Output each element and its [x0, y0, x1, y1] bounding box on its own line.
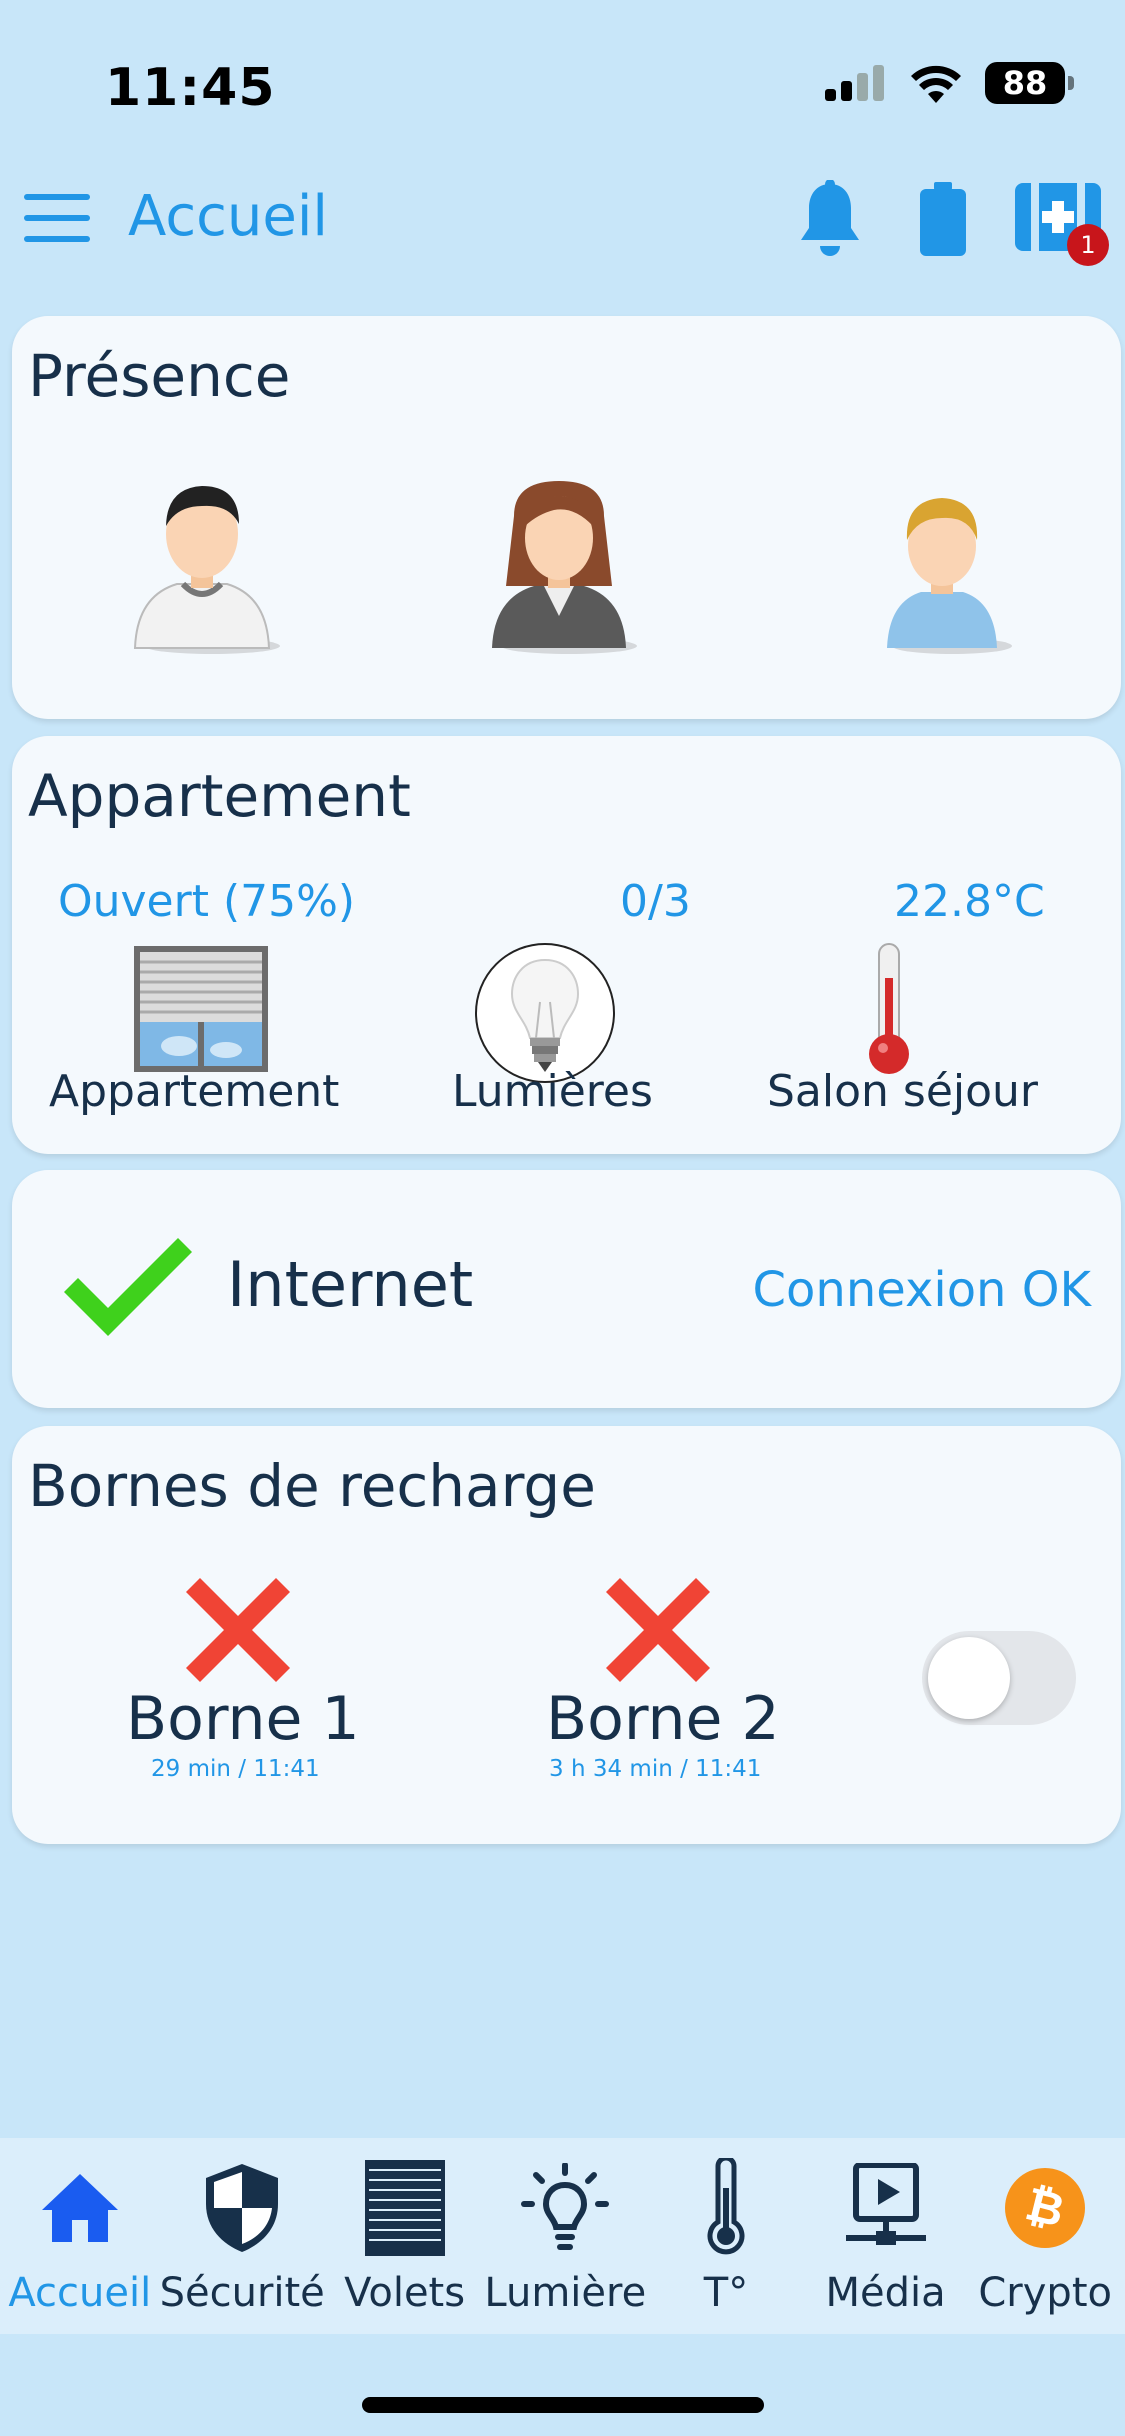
- borne-2-name[interactable]: Borne 2: [546, 1684, 780, 1754]
- notification-badge: 1: [1067, 224, 1109, 266]
- temperature-value: 22.8°C: [894, 876, 1045, 927]
- cellular-signal-icon: [825, 65, 884, 101]
- nav-crypto-label: Crypto: [978, 2270, 1112, 2316]
- bell-icon[interactable]: [795, 180, 865, 260]
- nav-media[interactable]: Média: [806, 2138, 966, 2334]
- bottom-nav: Accueil Sécurité Volets Lumière T° Média…: [0, 2138, 1125, 2334]
- thermometer-icon: [707, 2158, 745, 2255]
- presence-title: Présence: [28, 342, 291, 410]
- nav-accueil-label: Accueil: [8, 2270, 152, 2316]
- shutter-icon: [364, 2160, 445, 2256]
- nav-lumiere-label: Lumière: [484, 2270, 647, 2316]
- menu-icon[interactable]: [24, 194, 90, 242]
- battery-status-icon[interactable]: [920, 182, 966, 256]
- shutter-label: Appartement: [49, 1066, 340, 1117]
- nav-temperature-label: T°: [703, 2270, 749, 2316]
- thermometer-icon[interactable]: [864, 942, 914, 1078]
- charging-stations-title: Bornes de recharge: [28, 1452, 596, 1520]
- charging-toggle[interactable]: [922, 1631, 1076, 1725]
- home-icon: [41, 2174, 118, 2242]
- nav-media-label: Média: [825, 2270, 946, 2316]
- charging-stations-card: Bornes de recharge Borne 1 29 min / 11:4…: [12, 1426, 1121, 1844]
- internet-card: Internet Connexion OK: [12, 1170, 1121, 1408]
- nav-temperature[interactable]: T°: [646, 2138, 806, 2334]
- home-indicator: [362, 2397, 764, 2413]
- borne-2-detail: 3 h 34 min / 11:41: [549, 1756, 762, 1782]
- check-icon: [64, 1238, 192, 1336]
- internet-status: Connexion OK: [752, 1262, 1091, 1318]
- temperature-label: Salon séjour: [767, 1066, 1039, 1117]
- media-icon: [845, 2163, 926, 2245]
- status-time: 11:45: [105, 58, 276, 118]
- nav-volets[interactable]: Volets: [325, 2138, 485, 2334]
- toggle-knob: [928, 1637, 1010, 1719]
- shutter-window-icon[interactable]: [134, 946, 268, 1072]
- internet-title: Internet: [227, 1248, 474, 1321]
- wifi-icon: [911, 65, 961, 103]
- presence-card: Présence: [12, 316, 1121, 719]
- person-man-avatar[interactable]: [117, 476, 287, 656]
- shield-icon: [206, 2164, 279, 2252]
- shutter-status-value: Ouvert (75%): [58, 876, 356, 927]
- bitcoin-icon: ₿: [1005, 2168, 1086, 2248]
- nav-accueil[interactable]: Accueil: [0, 2138, 160, 2334]
- battery-indicator: 88: [985, 62, 1074, 104]
- cross-icon: [186, 1578, 290, 1682]
- nav-crypto[interactable]: ₿ Crypto: [965, 2138, 1125, 2334]
- page-title: Accueil: [128, 184, 328, 249]
- appartement-card: Appartement Ouvert (75%) 0/3 22.8°C Appa…: [12, 736, 1121, 1154]
- borne-1-name[interactable]: Borne 1: [126, 1684, 360, 1754]
- nav-securite[interactable]: Sécurité: [160, 2138, 325, 2334]
- light-bulb-icon[interactable]: [474, 942, 616, 1084]
- nav-volets-label: Volets: [344, 2270, 466, 2316]
- lights-status-value: 0/3: [620, 876, 691, 927]
- nav-lumiere[interactable]: Lumière: [484, 2138, 646, 2334]
- person-woman-avatar[interactable]: [474, 476, 644, 656]
- bulb-icon: [521, 2163, 610, 2250]
- borne-1-detail: 29 min / 11:41: [151, 1756, 320, 1782]
- status-icons: 88: [825, 62, 1074, 104]
- cross-icon: [606, 1578, 710, 1682]
- lights-label: Lumières: [452, 1066, 653, 1117]
- person-child-avatar[interactable]: [857, 476, 1027, 656]
- nav-securite-label: Sécurité: [159, 2270, 325, 2316]
- appartement-title: Appartement: [28, 762, 411, 830]
